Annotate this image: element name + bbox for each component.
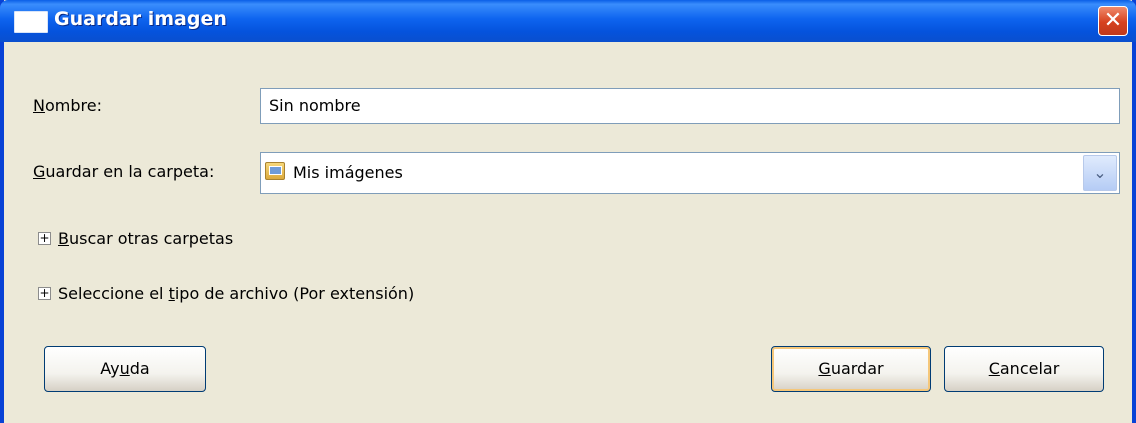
expand-plus-icon[interactable]: + — [38, 232, 51, 245]
file-type-label: Seleccione el tipo de archivo (Por exten… — [58, 284, 415, 303]
expand-plus-icon[interactable]: + — [38, 287, 51, 300]
dropdown-button[interactable]: ⌄ — [1083, 155, 1117, 191]
browse-folders-expander[interactable]: + Buscar otras carpetas — [38, 229, 338, 253]
window-title: Guardar imagen — [54, 8, 227, 30]
window-icon — [14, 11, 48, 33]
name-label: Nombre: — [33, 96, 102, 115]
file-type-expander[interactable]: + Seleccione el tipo de archivo (Por ext… — [38, 284, 538, 308]
folder-combobox-value: Mis imágenes — [293, 163, 403, 182]
help-button[interactable]: Ayuda — [44, 346, 206, 392]
folder-label: Guardar en la carpeta: — [33, 162, 215, 181]
close-icon: ✕ — [1103, 8, 1123, 33]
name-input[interactable]: Sin nombre — [260, 88, 1120, 124]
folder-combobox[interactable]: Mis imágenes ⌄ — [260, 152, 1120, 194]
title-bar[interactable]: Guardar imagen ✕ — [0, 0, 1136, 42]
browse-folders-label: Buscar otras carpetas — [58, 229, 234, 248]
folder-icon — [265, 162, 285, 180]
close-button[interactable]: ✕ — [1098, 6, 1128, 36]
cancel-button[interactable]: Cancelar — [944, 346, 1104, 392]
chevron-down-icon: ⌄ — [1093, 163, 1107, 182]
save-button[interactable]: Guardar — [771, 346, 931, 392]
save-image-dialog: Guardar imagen ✕ Nombre: Sin nombre Guar… — [0, 0, 1136, 423]
name-input-value: Sin nombre — [269, 96, 361, 115]
